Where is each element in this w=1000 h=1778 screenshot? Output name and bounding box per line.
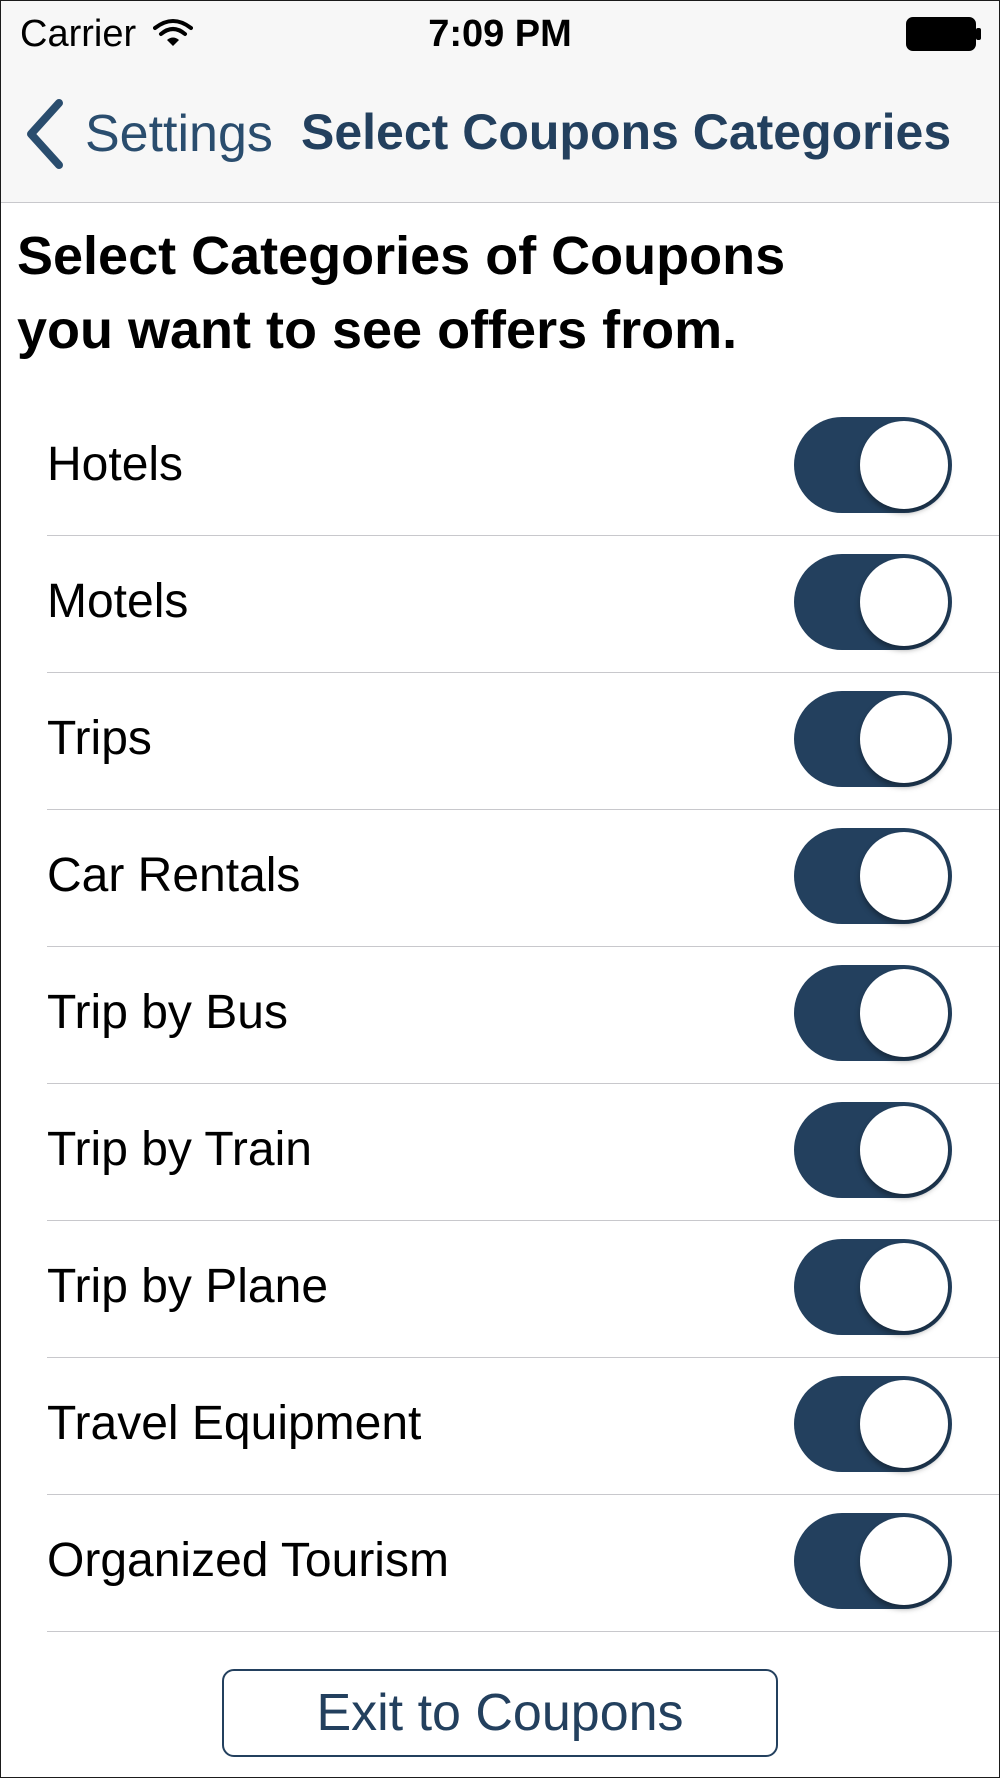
organized-tourism-toggle[interactable] <box>794 1513 952 1609</box>
back-button[interactable]: Settings <box>23 97 273 171</box>
category-row-trip-by-plane: Trip by Plane <box>1 1221 999 1358</box>
status-bar: Carrier 7:09 PM <box>1 1 999 67</box>
toggle-knob <box>860 558 948 646</box>
toggle-knob <box>860 1106 948 1194</box>
page-title: Select Coupons Categories <box>301 104 952 160</box>
toggle-knob <box>860 832 948 920</box>
category-label: Organized Tourism <box>47 1534 449 1587</box>
category-label: Trip by Plane <box>47 1260 329 1313</box>
category-label: Trip by Bus <box>47 986 288 1039</box>
instructions-heading: Select Categories of Coupons you want to… <box>17 219 977 367</box>
category-row-travel-equipment: Travel Equipment <box>1 1358 999 1495</box>
instructions-heading-line-2: you want to see offers from. <box>17 300 738 360</box>
navigation-bar: Settings Select Coupons Categories <box>1 67 999 202</box>
status-time: 7:09 PM <box>428 13 572 55</box>
instructions-heading-line-1: Select Categories of Coupons <box>17 226 786 286</box>
trip-by-plane-toggle[interactable] <box>794 1239 952 1335</box>
chevron-left-icon <box>27 99 63 169</box>
top-bar: Carrier 7:09 PM Settings Select Coupons … <box>1 1 999 203</box>
category-label: Motels <box>47 575 189 628</box>
battery-icon <box>906 17 981 51</box>
category-row-organized-tourism: Organized Tourism <box>1 1495 999 1632</box>
travel-equipment-toggle[interactable] <box>794 1376 952 1472</box>
toggle-knob <box>860 1380 948 1468</box>
app-screen: Carrier 7:09 PM Settings Select Coupons … <box>0 0 1000 1778</box>
exit-to-coupons-button[interactable]: Exit to Coupons <box>222 1669 778 1757</box>
category-row-car-rentals: Car Rentals <box>1 810 999 947</box>
row-divider <box>47 1631 999 1632</box>
category-row-trips: Trips <box>1 673 999 810</box>
toggle-knob <box>860 969 948 1057</box>
category-label: Trips <box>47 712 152 765</box>
back-button-label: Settings <box>85 105 273 163</box>
category-label: Hotels <box>47 438 184 491</box>
toggle-knob <box>860 695 948 783</box>
trip-by-train-toggle[interactable] <box>794 1102 952 1198</box>
category-row-trip-by-bus: Trip by Bus <box>1 947 999 1084</box>
category-label: Trip by Train <box>47 1123 312 1176</box>
toggle-knob <box>860 421 948 509</box>
motels-toggle[interactable] <box>794 554 952 650</box>
trips-toggle[interactable] <box>794 691 952 787</box>
toggle-knob <box>860 1517 948 1605</box>
hotels-toggle[interactable] <box>794 417 952 513</box>
category-list: Hotels Motels Trips Car Rentals Trip by … <box>1 399 999 1632</box>
trip-by-bus-toggle[interactable] <box>794 965 952 1061</box>
toggle-knob <box>860 1243 948 1331</box>
category-label: Car Rentals <box>47 849 301 902</box>
car-rentals-toggle[interactable] <box>794 828 952 924</box>
category-row-motels: Motels <box>1 536 999 673</box>
category-row-trip-by-train: Trip by Train <box>1 1084 999 1221</box>
category-label: Travel Equipment <box>47 1397 422 1450</box>
category-row-hotels: Hotels <box>1 399 999 536</box>
